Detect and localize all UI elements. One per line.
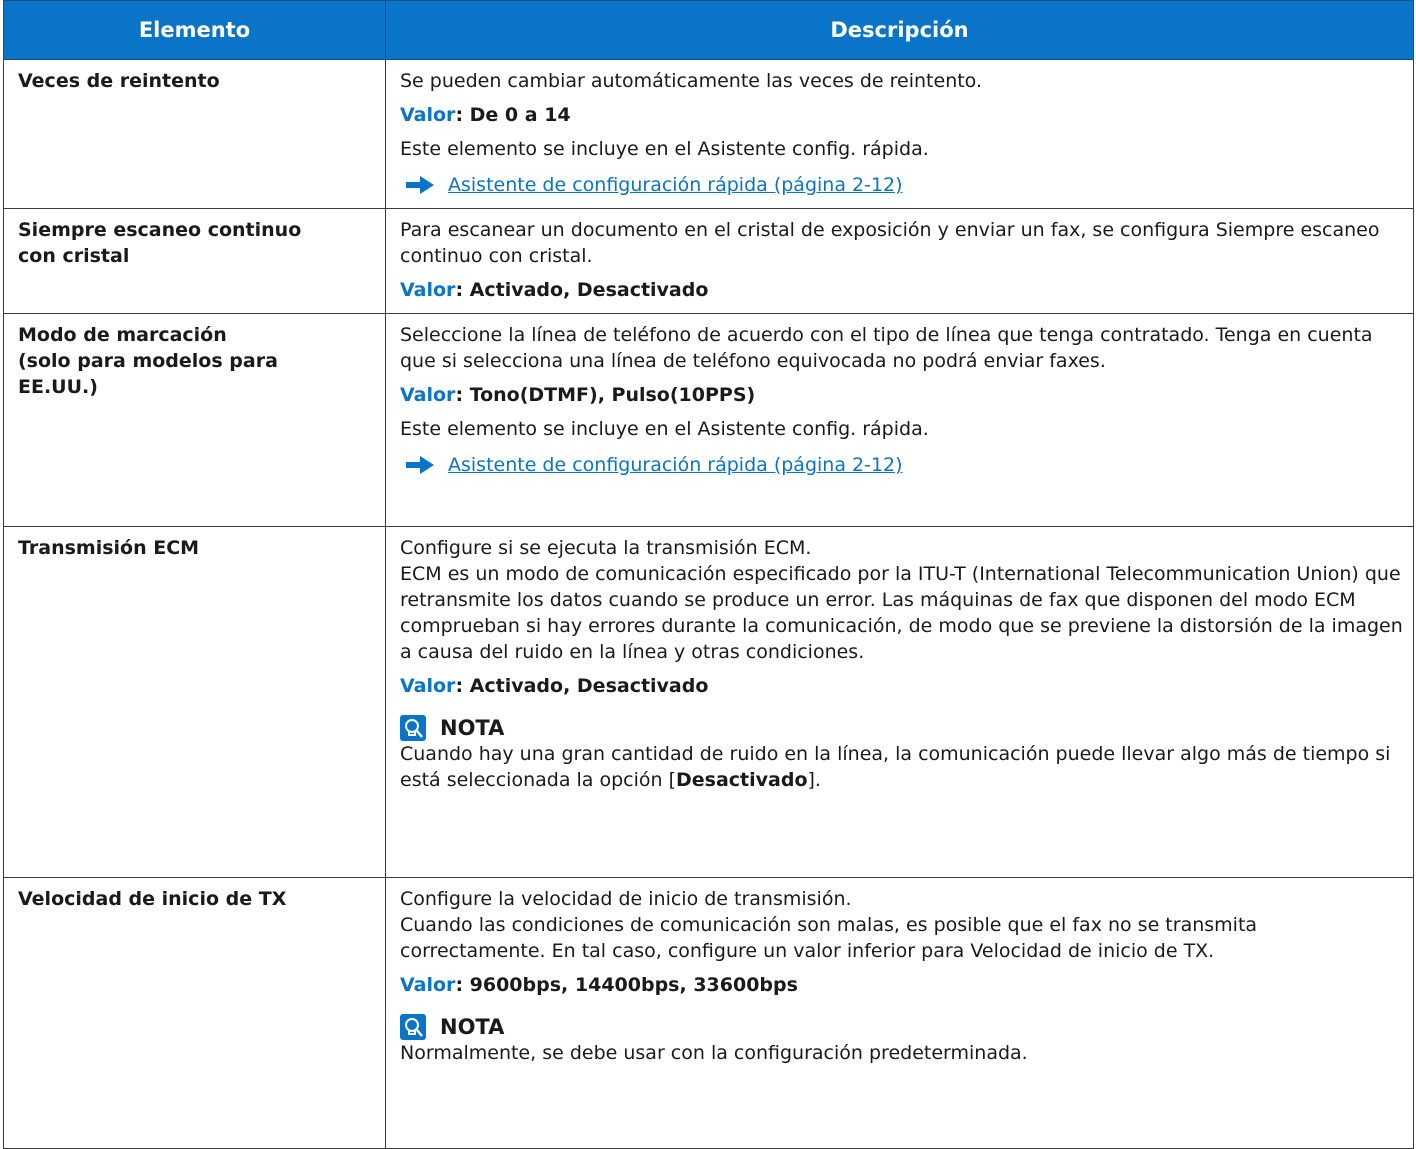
item-description: Configure si se ejecuta la transmisión E…	[385, 526, 1414, 878]
table-row: Velocidad de inicio de TX Configure la v…	[3, 877, 1414, 1149]
value-label: Valor	[400, 279, 456, 301]
note-header: NOTA	[400, 715, 1403, 741]
item-name: Velocidad de inicio de TX	[3, 877, 386, 1149]
note-header: NOTA	[400, 1014, 1403, 1040]
description-text: Configure si se ejecuta la transmisión E…	[400, 537, 812, 559]
description-text: Para escanear un documento en el cristal…	[400, 219, 1380, 267]
item-description: Seleccione la línea de teléfono de acuer…	[385, 313, 1414, 527]
item-name: Transmisión ECM	[3, 526, 386, 878]
reference-link-row: Asistente de configuración rápida (págin…	[400, 452, 1403, 478]
description-text: Este elemento se incluye en el Asistente…	[400, 418, 929, 440]
note-lightbulb-icon	[400, 715, 426, 741]
note-text: Cuando hay una gran cantidad de ruido en…	[400, 743, 1391, 791]
description-text: Configure la velocidad de inicio de tran…	[400, 888, 852, 910]
note-title: NOTA	[440, 716, 505, 740]
value-label: Valor	[400, 974, 456, 996]
value-line: Valor: 9600bps, 14400bps, 33600bps	[400, 972, 1403, 998]
reference-link-row: Asistente de configuración rápida (págin…	[400, 172, 1403, 198]
value-text: : De 0 a 14	[455, 104, 571, 126]
description-text: Seleccione la línea de teléfono de acuer…	[400, 324, 1373, 372]
table-row: Transmisión ECM Configure si se ejecuta …	[3, 526, 1414, 878]
table-header-row: Elemento Descripción	[3, 0, 1414, 60]
value-label: Valor	[400, 384, 456, 406]
value-text: : Activado, Desactivado	[455, 279, 709, 301]
settings-table: Elemento Descripción Veces de reintento …	[3, 0, 1414, 1149]
item-description: Configure la velocidad de inicio de tran…	[385, 877, 1414, 1149]
value-text: : Tono(DTMF), Pulso(10PPS)	[455, 384, 756, 406]
table-row: Veces de reintento Se pueden cambiar aut…	[3, 59, 1414, 209]
value-text: : 9600bps, 14400bps, 33600bps	[455, 974, 798, 996]
value-text: : Activado, Desactivado	[455, 675, 709, 697]
quick-setup-wizard-link[interactable]: Asistente de configuración rápida (págin…	[448, 452, 903, 478]
note-text: Normalmente, se debe usar con la configu…	[400, 1042, 1028, 1064]
note-lightbulb-icon	[400, 1014, 426, 1040]
item-description: Para escanear un documento en el cristal…	[385, 208, 1414, 314]
description-text: Cuando las condiciones de comunicación s…	[400, 914, 1258, 962]
item-name: Modo de marcación (solo para modelos par…	[3, 313, 386, 527]
item-name: Siempre escaneo continuo con cristal	[3, 208, 386, 314]
value-line: Valor: De 0 a 14	[400, 102, 1403, 128]
value-line: Valor: Activado, Desactivado	[400, 673, 1403, 699]
header-descripcion: Descripción	[385, 0, 1414, 60]
item-name: Veces de reintento	[3, 59, 386, 209]
arrow-right-icon	[406, 176, 434, 194]
description-text: ECM es un modo de comunicación especific…	[400, 563, 1403, 663]
header-elemento: Elemento	[3, 0, 386, 60]
value-label: Valor	[400, 104, 456, 126]
quick-setup-wizard-link[interactable]: Asistente de configuración rápida (págin…	[448, 172, 903, 198]
value-line: Valor: Activado, Desactivado	[400, 277, 1403, 303]
note-title: NOTA	[440, 1015, 505, 1039]
item-description: Se pueden cambiar automáticamente las ve…	[385, 59, 1414, 209]
value-label: Valor	[400, 675, 456, 697]
arrow-right-icon	[406, 456, 434, 474]
table-row: Siempre escaneo continuo con cristal Par…	[3, 208, 1414, 314]
table-row: Modo de marcación (solo para modelos par…	[3, 313, 1414, 527]
value-line: Valor: Tono(DTMF), Pulso(10PPS)	[400, 382, 1403, 408]
description-text: Se pueden cambiar automáticamente las ve…	[400, 70, 983, 92]
description-text: Este elemento se incluye en el Asistente…	[400, 138, 929, 160]
